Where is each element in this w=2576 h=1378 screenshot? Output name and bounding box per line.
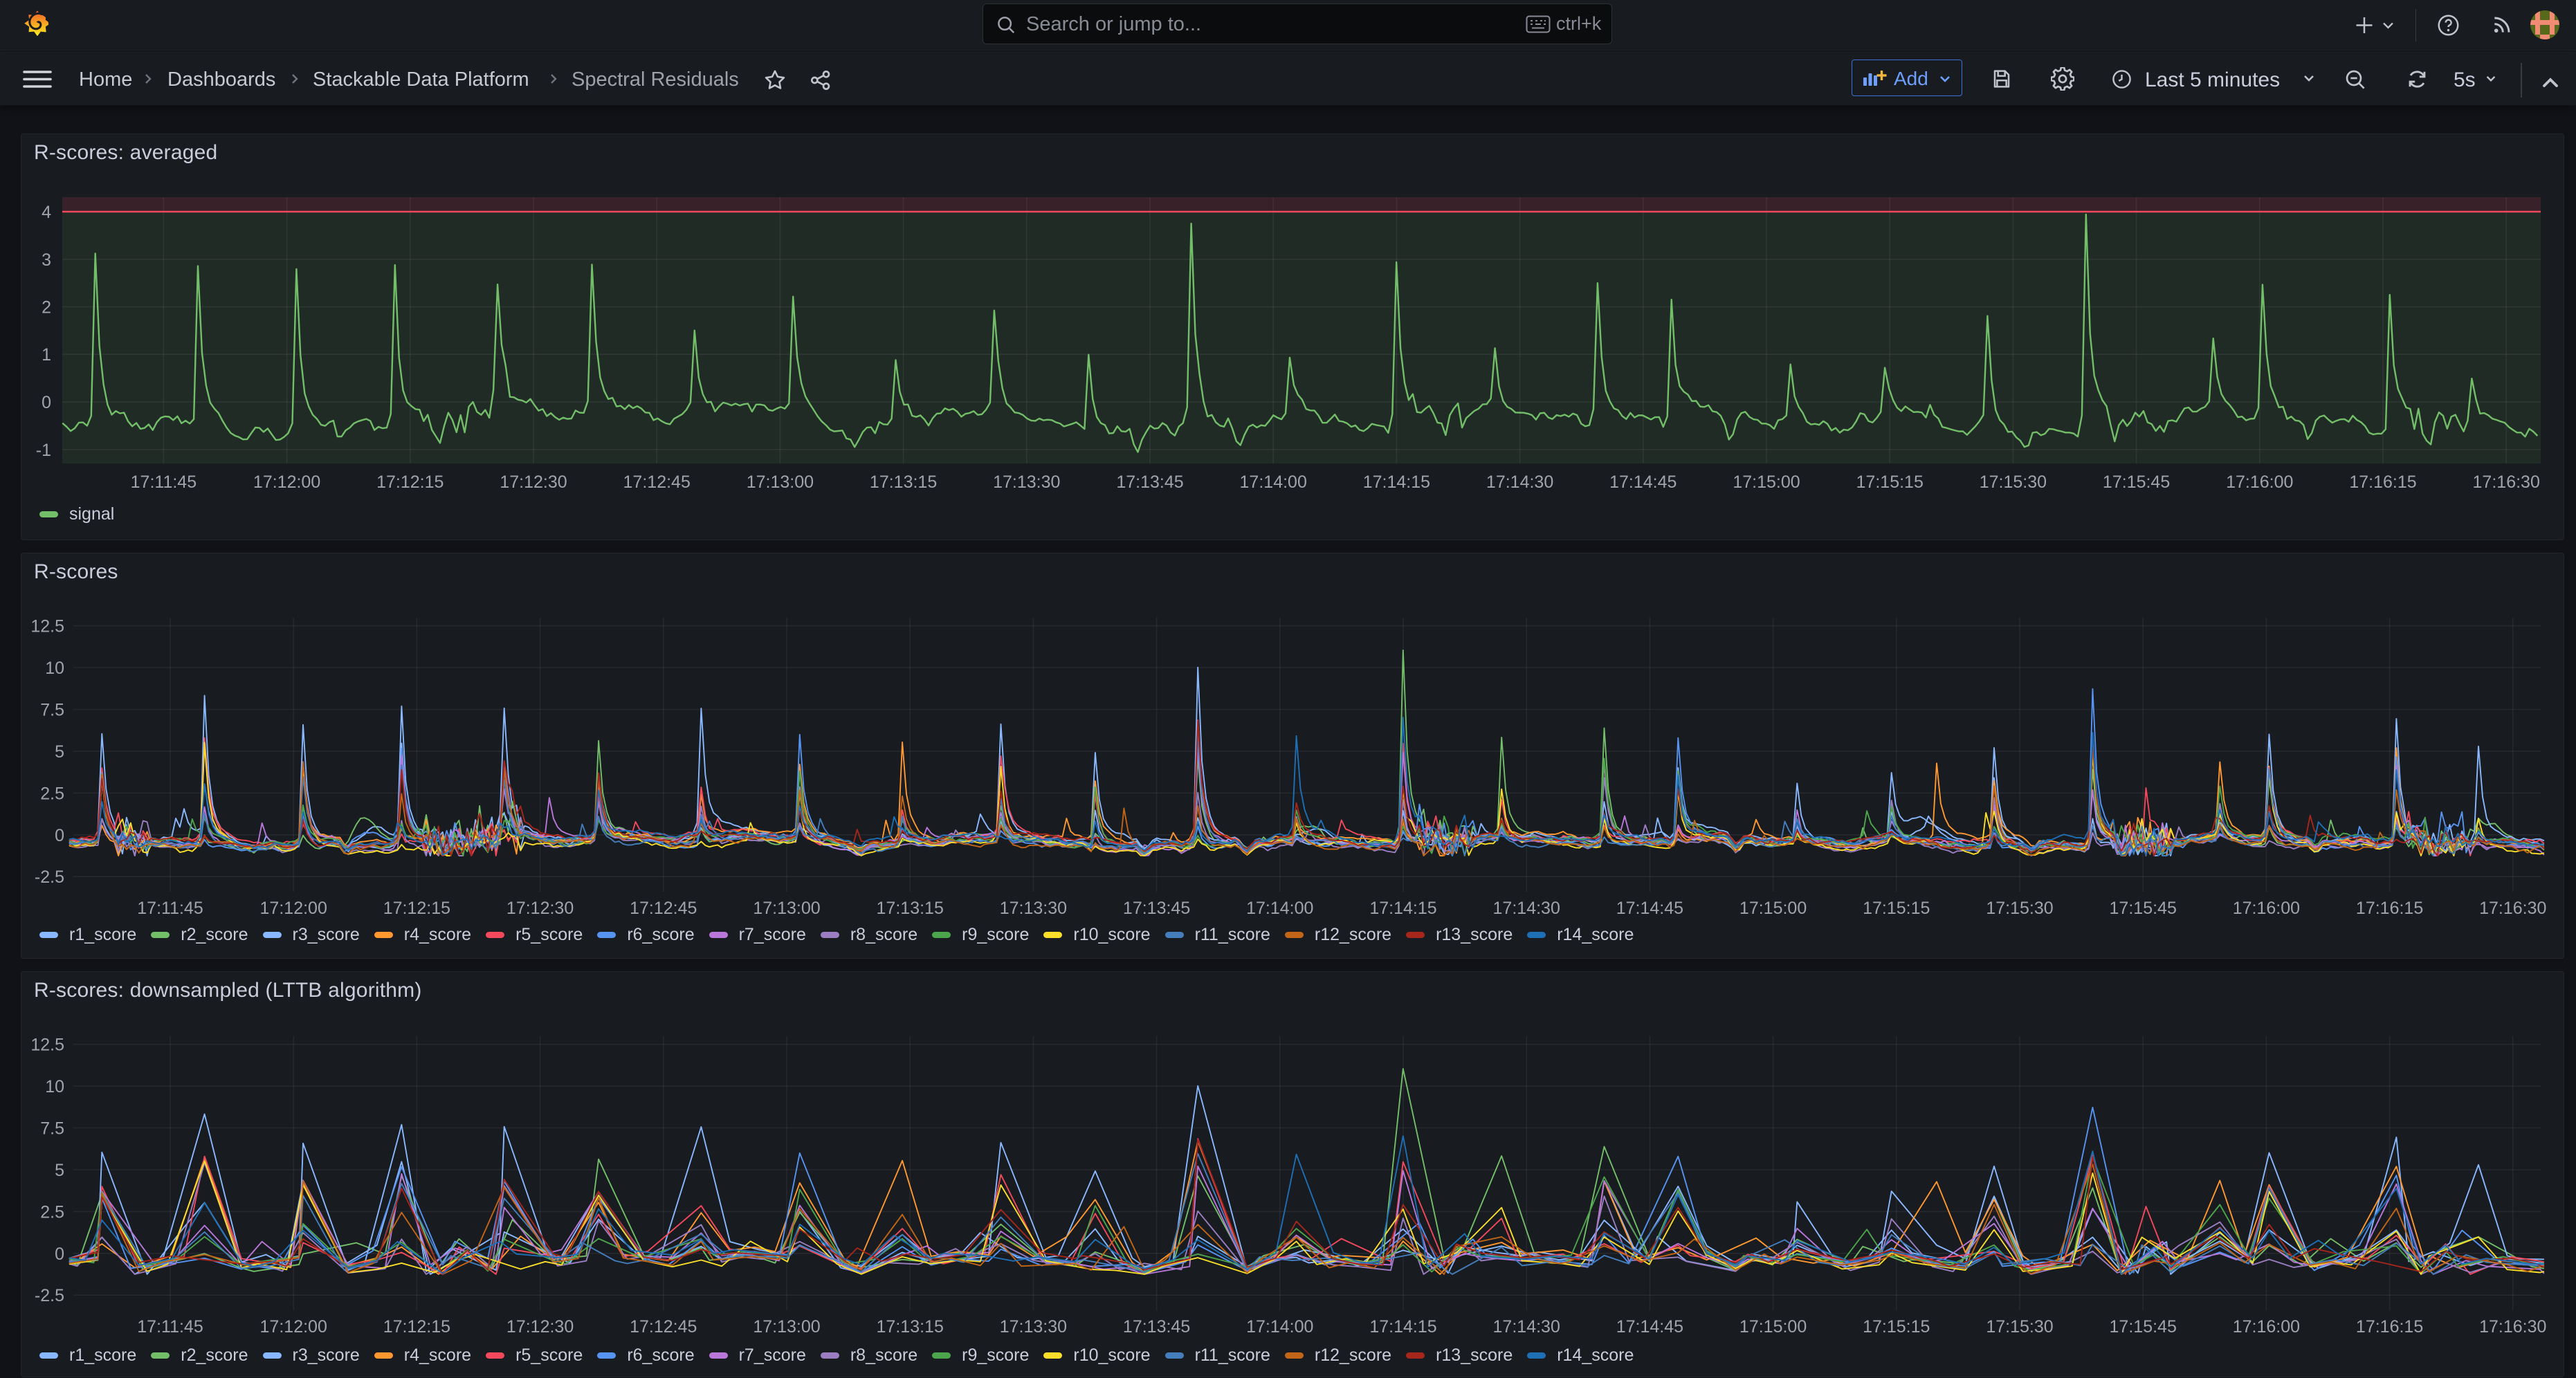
svg-text:17:15:00: 17:15:00 <box>1739 899 1807 918</box>
svg-text:17:15:45: 17:15:45 <box>2103 472 2170 492</box>
svg-text:17:13:15: 17:13:15 <box>877 1317 944 1336</box>
svg-text:7.5: 7.5 <box>40 1119 64 1139</box>
svg-text:17:15:30: 17:15:30 <box>1980 472 2047 492</box>
svg-text:17:13:45: 17:13:45 <box>1123 899 1190 918</box>
svg-text:7.5: 7.5 <box>40 701 64 720</box>
svg-text:17:12:45: 17:12:45 <box>623 472 691 492</box>
svg-text:2.5: 2.5 <box>40 784 64 803</box>
svg-text:17:12:00: 17:12:00 <box>253 472 320 492</box>
svg-text:17:14:00: 17:14:00 <box>1246 1317 1313 1336</box>
svg-text:17:14:30: 17:14:30 <box>1493 1317 1560 1336</box>
svg-text:17:15:45: 17:15:45 <box>2110 899 2177 918</box>
svg-text:17:11:45: 17:11:45 <box>131 472 197 492</box>
svg-text:10: 10 <box>45 659 64 678</box>
svg-text:17:16:00: 17:16:00 <box>2226 472 2293 492</box>
svg-text:17:11:45: 17:11:45 <box>137 899 203 918</box>
svg-text:17:16:00: 17:16:00 <box>2233 1317 2300 1336</box>
svg-text:17:15:15: 17:15:15 <box>1863 899 1930 918</box>
svg-text:17:14:45: 17:14:45 <box>1616 1317 1683 1336</box>
svg-text:17:11:45: 17:11:45 <box>137 1317 203 1336</box>
svg-text:17:13:45: 17:13:45 <box>1123 1317 1190 1336</box>
svg-text:10: 10 <box>45 1077 64 1096</box>
svg-text:17:13:30: 17:13:30 <box>1000 899 1067 918</box>
svg-text:17:16:30: 17:16:30 <box>2479 899 2546 918</box>
svg-text:17:14:45: 17:14:45 <box>1616 899 1683 918</box>
svg-text:17:12:15: 17:12:15 <box>383 1317 450 1336</box>
svg-text:17:13:30: 17:13:30 <box>1000 1317 1067 1336</box>
svg-text:17:15:45: 17:15:45 <box>2110 1317 2177 1336</box>
svg-text:2: 2 <box>42 298 51 318</box>
svg-text:17:12:45: 17:12:45 <box>630 1317 697 1336</box>
svg-text:17:12:15: 17:12:15 <box>383 899 450 918</box>
svg-text:17:16:30: 17:16:30 <box>2473 472 2540 492</box>
svg-text:17:14:00: 17:14:00 <box>1240 472 1307 492</box>
svg-text:17:13:45: 17:13:45 <box>1116 472 1183 492</box>
svg-text:12.5: 12.5 <box>30 617 64 636</box>
svg-text:17:15:15: 17:15:15 <box>1856 472 1924 492</box>
svg-text:17:15:15: 17:15:15 <box>1863 1317 1930 1336</box>
svg-text:17:15:00: 17:15:00 <box>1733 472 1800 492</box>
svg-text:17:15:00: 17:15:00 <box>1739 1317 1807 1336</box>
svg-text:17:13:00: 17:13:00 <box>747 472 814 492</box>
svg-text:2.5: 2.5 <box>40 1202 64 1222</box>
svg-text:17:12:30: 17:12:30 <box>506 1317 574 1336</box>
svg-text:-2.5: -2.5 <box>35 1286 64 1305</box>
svg-text:12.5: 12.5 <box>30 1036 64 1055</box>
svg-text:17:13:30: 17:13:30 <box>993 472 1060 492</box>
svg-text:5: 5 <box>55 1161 64 1180</box>
svg-text:17:12:00: 17:12:00 <box>260 1317 327 1336</box>
svg-text:3: 3 <box>42 250 51 270</box>
svg-text:17:14:45: 17:14:45 <box>1609 472 1677 492</box>
svg-text:0: 0 <box>55 1244 64 1264</box>
svg-text:17:16:15: 17:16:15 <box>2356 1317 2423 1336</box>
svg-text:17:13:15: 17:13:15 <box>877 899 944 918</box>
svg-text:17:12:45: 17:12:45 <box>630 899 697 918</box>
svg-text:4: 4 <box>42 203 51 222</box>
svg-text:17:16:30: 17:16:30 <box>2479 1317 2546 1336</box>
svg-text:17:14:00: 17:14:00 <box>1246 899 1313 918</box>
svg-text:17:12:30: 17:12:30 <box>500 472 567 492</box>
svg-text:0: 0 <box>42 393 51 412</box>
svg-text:17:16:00: 17:16:00 <box>2233 899 2300 918</box>
svg-text:17:12:30: 17:12:30 <box>506 899 574 918</box>
svg-text:-1: -1 <box>36 441 51 460</box>
svg-text:17:13:00: 17:13:00 <box>753 899 820 918</box>
svg-text:17:14:15: 17:14:15 <box>1369 1317 1436 1336</box>
svg-text:17:13:00: 17:13:00 <box>753 1317 820 1336</box>
svg-text:17:14:15: 17:14:15 <box>1369 899 1436 918</box>
svg-text:17:16:15: 17:16:15 <box>2349 472 2416 492</box>
svg-text:17:16:15: 17:16:15 <box>2356 899 2423 918</box>
svg-text:17:14:30: 17:14:30 <box>1493 899 1560 918</box>
svg-text:17:15:30: 17:15:30 <box>1986 899 2053 918</box>
svg-text:17:12:15: 17:12:15 <box>376 472 444 492</box>
svg-text:17:13:15: 17:13:15 <box>870 472 937 492</box>
svg-text:17:14:15: 17:14:15 <box>1363 472 1430 492</box>
svg-text:-2.5: -2.5 <box>35 867 64 887</box>
svg-text:17:12:00: 17:12:00 <box>260 899 327 918</box>
svg-text:17:14:30: 17:14:30 <box>1486 472 1553 492</box>
svg-text:5: 5 <box>55 742 64 762</box>
svg-text:1: 1 <box>42 345 51 365</box>
svg-text:0: 0 <box>55 826 64 845</box>
svg-text:17:15:30: 17:15:30 <box>1986 1317 2053 1336</box>
